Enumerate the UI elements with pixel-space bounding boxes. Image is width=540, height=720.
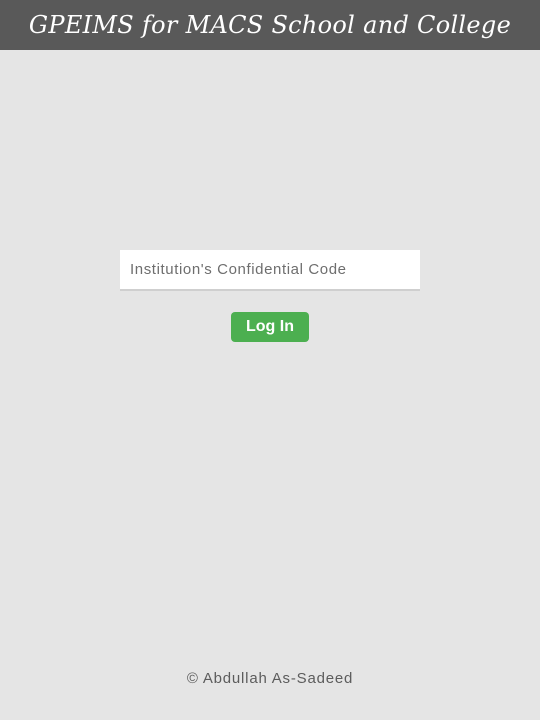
institution-code-input[interactable] — [120, 250, 420, 291]
login-button[interactable]: Log In — [231, 312, 309, 342]
app-header: GPEIMS for MACS School and College — [0, 0, 540, 50]
app-title: GPEIMS for MACS School and College — [28, 11, 512, 39]
login-form: Log In — [120, 250, 420, 342]
copyright-footer: © Abdullah As-Sadeed — [186, 670, 354, 687]
